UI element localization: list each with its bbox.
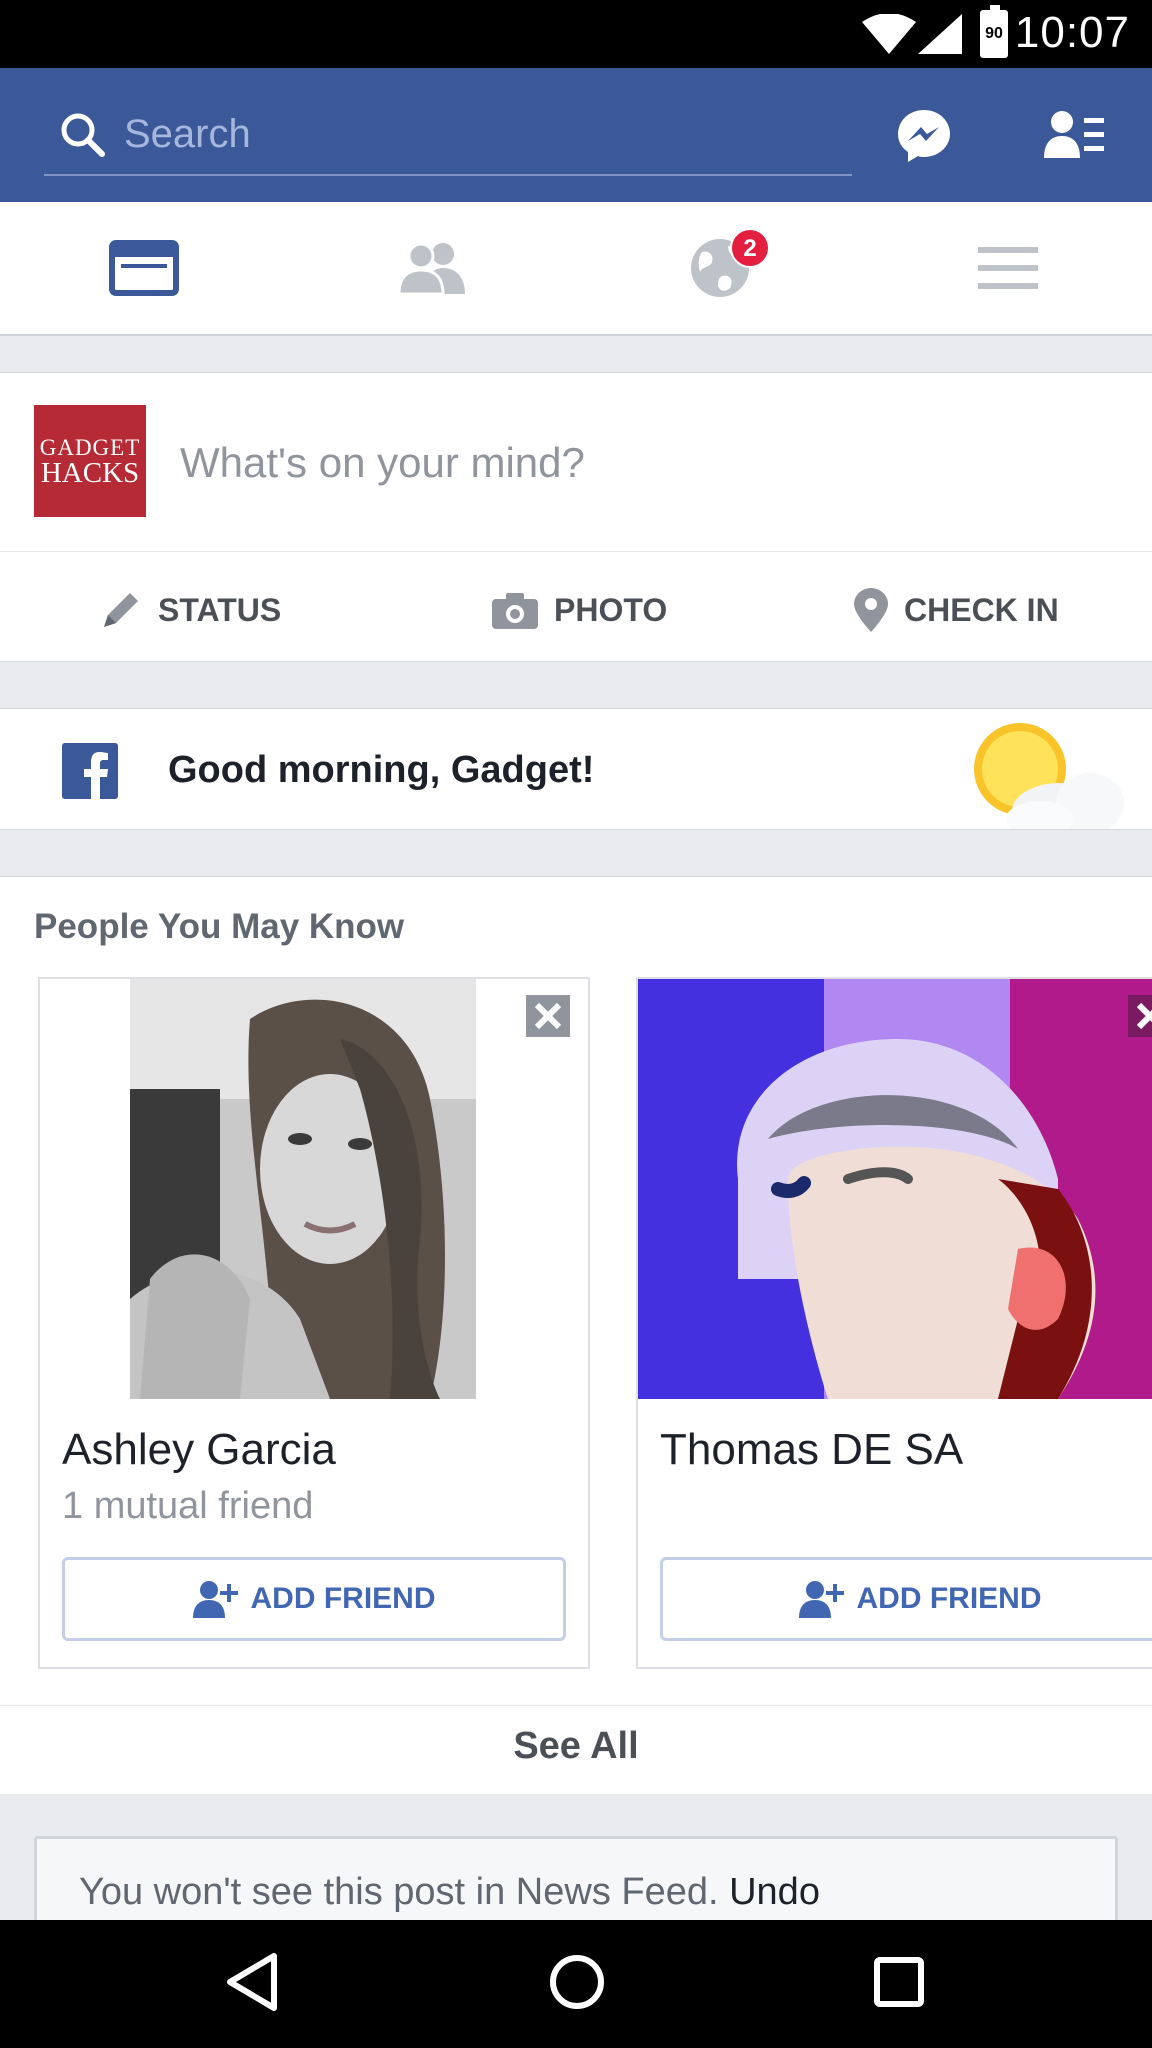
hidden-post-message: You won't see this post in News Feed. Un… — [79, 1871, 820, 1914]
add-friend-label: ADD FRIEND — [250, 1582, 436, 1615]
dismiss-icon[interactable] — [526, 995, 570, 1037]
tab-news-feed[interactable] — [0, 202, 288, 334]
photo-label: PHOTO — [554, 591, 668, 628]
composer-prompt[interactable]: What's on your mind? — [180, 439, 585, 487]
person-card: Ashley Garcia 1 mutual friend ADD FRIEND — [38, 977, 590, 1669]
recents-icon[interactable] — [868, 1948, 930, 2016]
navigation-bar — [0, 1920, 1152, 2048]
see-all-button[interactable]: See All — [0, 1725, 1152, 1768]
dismiss-icon[interactable] — [1128, 995, 1152, 1037]
tab-bar: 2 — [0, 202, 1152, 336]
location-pin-icon — [854, 588, 888, 632]
status-bar: 90 10:07 — [0, 0, 1152, 68]
menu-icon — [978, 247, 1038, 289]
mutual-friends: 1 mutual friend — [62, 1485, 314, 1527]
friend-requests-icon[interactable] — [1044, 110, 1106, 160]
add-friend-button[interactable]: ADD FRIEND — [660, 1557, 1152, 1641]
back-icon[interactable] — [222, 1948, 284, 2016]
news-feed-icon — [109, 240, 179, 296]
composer-divider — [0, 551, 1152, 552]
undo-link[interactable]: Undo — [729, 1871, 820, 1913]
signal-icon — [918, 14, 962, 54]
sun-cloud-icon — [974, 723, 1124, 829]
pymk-divider — [0, 1705, 1152, 1706]
notifications-badge: 2 — [730, 228, 770, 268]
person-name[interactable]: Ashley Garcia — [62, 1425, 336, 1475]
logo-line-2: HACKS — [40, 457, 140, 489]
tab-notifications[interactable] — [576, 202, 864, 334]
top-bar: Search — [0, 68, 1152, 202]
pencil-icon — [104, 593, 138, 627]
messenger-icon[interactable] — [896, 108, 952, 164]
add-friend-icon — [798, 1581, 844, 1618]
add-friend-label: ADD FRIEND — [856, 1582, 1042, 1615]
composer: GADGET HACKS What's on your mind? STATUS… — [0, 372, 1152, 662]
home-icon[interactable] — [546, 1948, 608, 2016]
check-in-button[interactable]: CHECK IN — [854, 585, 1059, 635]
battery-icon: 90 — [980, 5, 1008, 58]
person-name[interactable]: Thomas DE SA — [660, 1425, 963, 1475]
people-you-may-know: People You May Know Ashley Garcia 1 mutu… — [0, 876, 1152, 1794]
camera-icon — [492, 593, 538, 629]
pymk-title: People You May Know — [34, 907, 405, 946]
status-label: STATUS — [158, 591, 282, 628]
greeting-text: Good morning, Gadget! — [168, 749, 595, 791]
tab-friends[interactable] — [288, 202, 576, 334]
clock: 10:07 — [1014, 8, 1130, 57]
greeting-card: Good morning, Gadget! — [0, 708, 1152, 830]
profile-avatar[interactable]: GADGET HACKS — [34, 405, 146, 517]
facebook-logo-icon — [62, 743, 118, 799]
photo-button[interactable]: PHOTO — [492, 585, 667, 635]
friends-icon — [397, 242, 465, 296]
hidden-post-text: You won't see this post in News Feed. — [79, 1871, 719, 1913]
check-in-label: CHECK IN — [904, 591, 1059, 628]
person-photo[interactable] — [638, 979, 1152, 1399]
search-input[interactable]: Search — [44, 98, 852, 176]
status-button[interactable]: STATUS — [100, 585, 281, 635]
wifi-icon — [862, 14, 916, 54]
person-photo[interactable] — [130, 979, 476, 1399]
tab-menu[interactable] — [864, 202, 1152, 334]
person-card: Thomas DE SA ADD FRIEND — [636, 977, 1152, 1669]
add-friend-icon — [192, 1581, 238, 1618]
search-placeholder: Search — [124, 112, 251, 156]
add-friend-button[interactable]: ADD FRIEND — [62, 1557, 566, 1641]
search-icon — [61, 113, 105, 157]
